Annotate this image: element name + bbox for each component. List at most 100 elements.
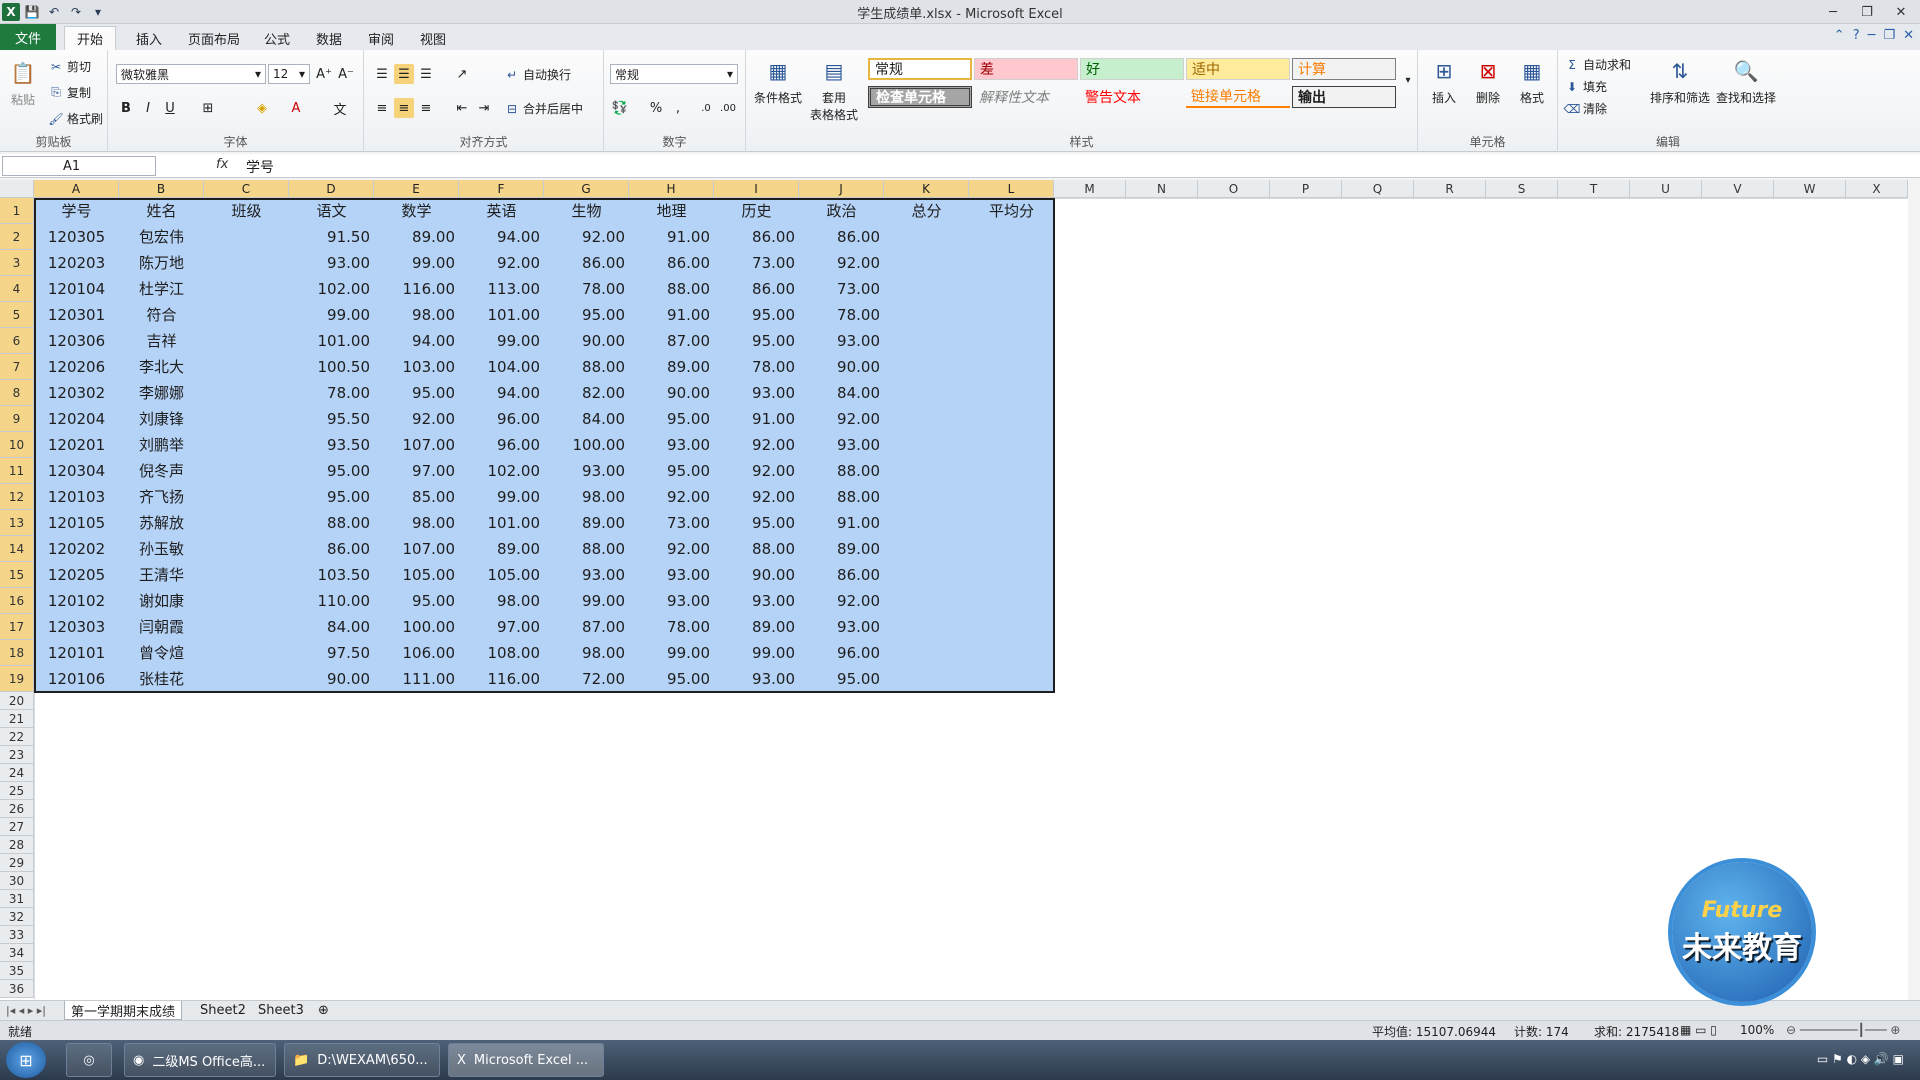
row-header[interactable]: 17 <box>0 614 34 640</box>
row-header[interactable]: 9 <box>0 406 34 432</box>
table-cell[interactable]: 91.00 <box>799 510 884 536</box>
table-cell[interactable]: 95.00 <box>544 302 629 328</box>
table-cell[interactable]: 85.00 <box>374 484 459 510</box>
table-cell[interactable]: 93.00 <box>714 380 799 406</box>
row-header[interactable]: 7 <box>0 354 34 380</box>
increase-indent-icon[interactable]: ⇥ <box>474 98 494 118</box>
styles-scroll-icon[interactable]: ▾ <box>1398 70 1418 90</box>
decrease-decimal-icon[interactable]: .00 <box>718 98 738 118</box>
underline-icon[interactable]: U <box>160 98 180 118</box>
table-cell[interactable]: 93.00 <box>544 562 629 588</box>
row-header[interactable]: 33 <box>0 926 34 944</box>
fill-button[interactable]: ⬇ 填充 <box>1564 78 1607 95</box>
style-neutral[interactable]: 适中 <box>1186 58 1290 80</box>
table-cell[interactable]: 92.00 <box>714 458 799 484</box>
row-header[interactable]: 22 <box>0 728 34 746</box>
column-header[interactable]: P <box>1270 180 1342 198</box>
table-cell[interactable]: 89.00 <box>714 614 799 640</box>
help-icon[interactable]: ? <box>1853 28 1860 43</box>
comma-icon[interactable]: , <box>668 98 688 118</box>
table-cell[interactable]: 谢如康 <box>119 588 204 614</box>
copy-button[interactable]: ⎘ 复制 <box>48 84 91 101</box>
table-cell[interactable]: 120102 <box>34 588 119 614</box>
table-cell[interactable]: 84.00 <box>289 614 374 640</box>
tab-review[interactable]: 审阅 <box>356 26 406 50</box>
increase-decimal-icon[interactable]: .0 <box>696 98 716 118</box>
table-cell[interactable]: 113.00 <box>459 276 544 302</box>
row-header[interactable]: 34 <box>0 944 34 962</box>
start-button-icon[interactable]: ⊞ <box>6 1042 46 1078</box>
table-cell[interactable]: 78.00 <box>629 614 714 640</box>
table-cell[interactable]: 102.00 <box>459 458 544 484</box>
table-cell[interactable]: 120301 <box>34 302 119 328</box>
table-cell[interactable]: 120104 <box>34 276 119 302</box>
taskbar-item-exam[interactable]: ◉ 二级MS Office高... <box>124 1043 276 1077</box>
table-cell[interactable]: 99.00 <box>289 302 374 328</box>
table-cell[interactable]: 陈万地 <box>119 250 204 276</box>
conditional-format-button[interactable]: ▦ 条件格式 <box>750 56 806 106</box>
table-cell[interactable]: 99.00 <box>459 484 544 510</box>
table-cell[interactable]: 110.00 <box>289 588 374 614</box>
style-bad[interactable]: 差 <box>974 58 1078 80</box>
zoom-level[interactable]: 100% <box>1740 1023 1774 1037</box>
table-cell[interactable]: 87.00 <box>629 328 714 354</box>
table-cell[interactable]: 78.00 <box>799 302 884 328</box>
table-cell[interactable]: 87.00 <box>544 614 629 640</box>
table-cell[interactable]: 闫朝霞 <box>119 614 204 640</box>
tab-data[interactable]: 数据 <box>304 26 354 50</box>
table-cell[interactable]: 94.00 <box>374 328 459 354</box>
table-cell[interactable]: 92.00 <box>629 536 714 562</box>
table-cell[interactable]: 91.50 <box>289 224 374 250</box>
column-header[interactable]: B <box>119 180 204 198</box>
row-header[interactable]: 14 <box>0 536 34 562</box>
insert-function-icon[interactable]: fx <box>216 157 228 172</box>
worksheet-grid[interactable]: ABCDEFGHIJKLMNOPQRSTUVWX 1 2 3 4 5 6 7 8 9 10 11 12… <box>0 180 1908 1000</box>
table-cell[interactable]: 89.00 <box>374 224 459 250</box>
table-cell[interactable]: 92.00 <box>714 484 799 510</box>
table-cell[interactable]: 120206 <box>34 354 119 380</box>
style-check-cell[interactable]: 检查单元格 <box>868 86 972 108</box>
italic-icon[interactable]: I <box>138 98 158 118</box>
table-cell[interactable]: 86.00 <box>289 536 374 562</box>
column-header[interactable]: F <box>459 180 544 198</box>
table-cell[interactable]: 108.00 <box>459 640 544 666</box>
tab-insert[interactable]: 插入 <box>124 26 174 50</box>
column-header[interactable]: N <box>1126 180 1198 198</box>
align-middle-icon[interactable]: ☰ <box>394 64 414 84</box>
table-cell[interactable]: 92.00 <box>459 250 544 276</box>
table-cell[interactable]: 106.00 <box>374 640 459 666</box>
font-name-combo[interactable]: 微软雅黑 ▾ <box>116 64 266 84</box>
table-cell[interactable]: 88.00 <box>544 536 629 562</box>
row-header[interactable]: 26 <box>0 800 34 818</box>
table-cell[interactable]: 95.00 <box>714 302 799 328</box>
table-cell[interactable]: 116.00 <box>459 666 544 692</box>
table-cell[interactable]: 101.00 <box>459 302 544 328</box>
table-cell[interactable]: 101.00 <box>459 510 544 536</box>
table-cell[interactable]: 104.00 <box>459 354 544 380</box>
column-header[interactable]: D <box>289 180 374 198</box>
table-header-cell[interactable]: 学号 <box>34 198 119 224</box>
table-cell[interactable]: 82.00 <box>544 380 629 406</box>
minimize-icon[interactable]: ─ <box>1816 0 1850 24</box>
table-cell[interactable]: 93.00 <box>799 328 884 354</box>
table-cell[interactable]: 曾令煊 <box>119 640 204 666</box>
workbook-minimize-icon[interactable]: ─ <box>1868 28 1876 43</box>
table-cell[interactable]: 95.00 <box>629 666 714 692</box>
paste-button[interactable]: 📋 粘贴 <box>8 58 38 108</box>
table-header-cell[interactable]: 英语 <box>459 198 544 224</box>
table-cell[interactable]: 97.50 <box>289 640 374 666</box>
table-cell[interactable]: 李娜娜 <box>119 380 204 406</box>
style-linked-cell[interactable]: 链接单元格 <box>1186 86 1290 108</box>
table-cell[interactable]: 86.00 <box>629 250 714 276</box>
row-header[interactable]: 29 <box>0 854 34 872</box>
row-header[interactable]: 19 <box>0 666 34 692</box>
column-header[interactable]: X <box>1846 180 1908 198</box>
align-center-icon[interactable]: ≡ <box>394 98 414 118</box>
table-cell[interactable]: 93.50 <box>289 432 374 458</box>
table-cell[interactable]: 96.00 <box>799 640 884 666</box>
row-header[interactable]: 23 <box>0 746 34 764</box>
align-left-icon[interactable]: ≡ <box>372 98 392 118</box>
table-cell[interactable]: 96.00 <box>459 432 544 458</box>
sheet-tab-2[interactable]: Sheet2 <box>194 1001 252 1020</box>
row-header[interactable]: 16 <box>0 588 34 614</box>
